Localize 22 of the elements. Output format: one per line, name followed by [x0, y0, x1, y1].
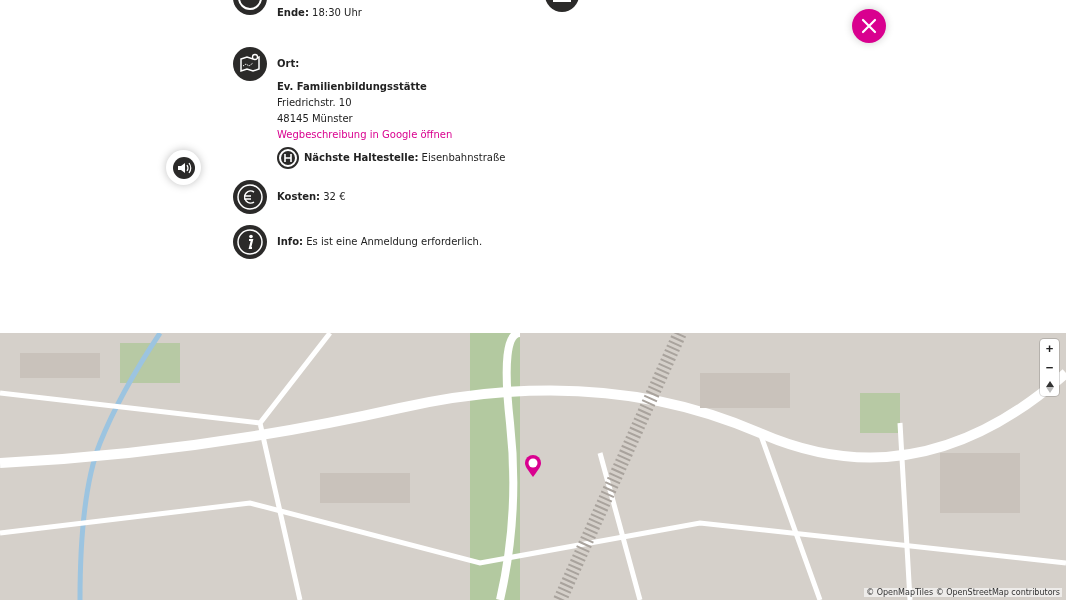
map-icon [233, 47, 267, 81]
map-pin-icon [524, 454, 542, 478]
info-text: Info: Es ist eine Anmeldung erforderlich. [277, 235, 483, 249]
bus-stop-icon [277, 147, 299, 169]
close-button[interactable] [852, 9, 886, 43]
directions-link[interactable]: Wegbeschreibung in Google öffnen [277, 127, 453, 143]
euro-icon [233, 180, 267, 214]
location-label: Ort: [277, 57, 300, 71]
end-time-text: Ende: 18:30 Uhr [277, 6, 362, 20]
nearest-stop-text: Nächste Haltestelle: Eisenbahnstraße [304, 151, 506, 165]
map-attribution: © OpenMapTiles © OpenStreetMap contributors [864, 588, 1062, 597]
read-aloud-button[interactable] [166, 150, 201, 185]
info-icon [233, 225, 267, 259]
zoom-in-button[interactable]: + [1040, 339, 1059, 358]
compass-icon [1045, 380, 1054, 393]
cost-text: Kosten: 32 € [277, 190, 346, 204]
street-address: Friedrichstr. 10 [277, 96, 352, 110]
close-icon [861, 18, 877, 34]
zoom-out-button[interactable]: − [1040, 358, 1059, 377]
venue-name: Ev. Familienbildungsstätte [277, 80, 427, 94]
speaker-icon [172, 156, 195, 179]
city-address: 48145 Münster [277, 112, 353, 126]
